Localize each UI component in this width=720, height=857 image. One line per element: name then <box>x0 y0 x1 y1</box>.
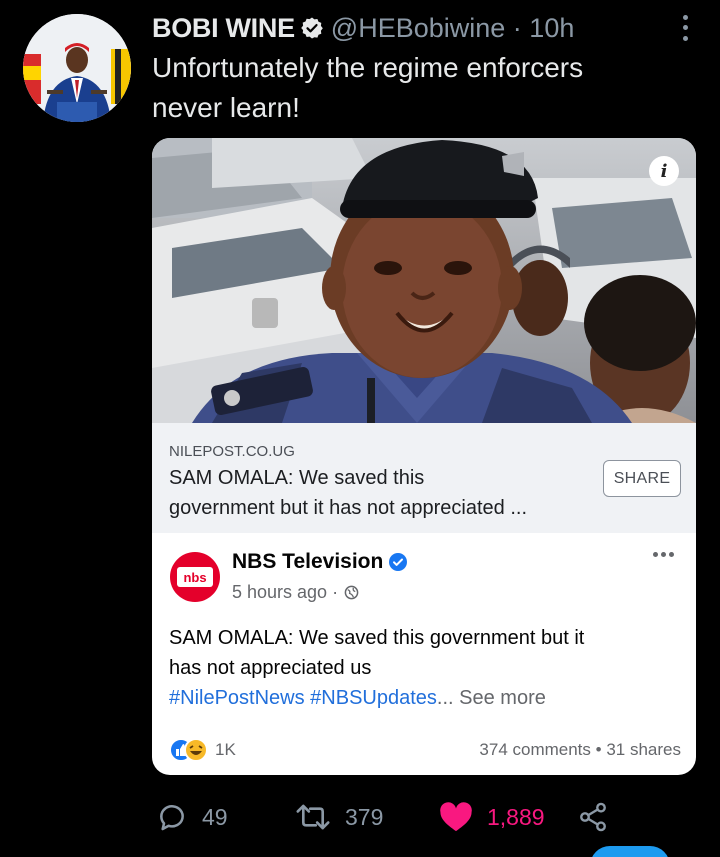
author-name[interactable]: BOBI WINE <box>152 13 295 44</box>
verified-badge-icon <box>300 16 324 40</box>
share-icon <box>580 802 606 832</box>
tweet-time: 10h <box>529 12 575 43</box>
author-avatar[interactable] <box>23 14 131 122</box>
author-handle[interactable]: @HEBobiwine · 10h <box>331 13 575 44</box>
like-count: 1,889 <box>487 803 545 830</box>
embedded-post-card[interactable]: i NILEPOST.CO.UG SAM OMALA: We saved thi… <box>152 138 696 775</box>
reply-button[interactable]: 49 <box>156 801 228 833</box>
nbs-avatar[interactable]: nbs <box>170 552 220 602</box>
globe-icon <box>344 585 359 600</box>
retweet-icon <box>296 804 330 830</box>
page-name[interactable]: NBS Television <box>232 550 408 574</box>
article-photo[interactable]: i <box>152 138 696 423</box>
post-time[interactable]: 5 hours ago · <box>232 582 359 603</box>
hashtags[interactable]: #NilePostNews #NBSUpdates <box>169 687 437 709</box>
retweet-button[interactable]: 379 <box>295 801 383 833</box>
share-tweet-button[interactable] <box>577 801 623 833</box>
link-preview[interactable]: NILEPOST.CO.UG SAM OMALA: We saved this … <box>152 423 696 533</box>
info-icon[interactable]: i <box>649 156 679 186</box>
comments-count[interactable]: 374 comments <box>479 740 591 759</box>
see-more-link[interactable]: See more <box>459 687 546 709</box>
reaction-count: 1K <box>215 740 236 759</box>
tweet-text: Unfortunately the regime enforcers never… <box>152 52 584 123</box>
post-body: SAM OMALA: We saved this government but … <box>169 627 585 709</box>
heart-icon <box>440 802 472 832</box>
retweet-count: 379 <box>345 803 384 830</box>
tweet-header: BOBI WINE @HEBobiwine · 10h <box>152 10 698 46</box>
link-title[interactable]: SAM OMALA: We saved this government but … <box>169 463 589 523</box>
verified-badge-icon <box>389 553 408 571</box>
share-button[interactable]: SHARE <box>603 460 681 497</box>
reply-icon <box>160 805 184 831</box>
reaction-icons <box>169 738 208 762</box>
shares-count[interactable]: 31 shares <box>606 740 681 759</box>
more-vertical-icon[interactable] <box>678 12 692 44</box>
post-stats[interactable]: 374 comments • 31 shares <box>479 740 681 760</box>
reply-count: 49 <box>202 803 228 830</box>
reactions-summary[interactable]: 1K <box>169 738 236 762</box>
like-button[interactable]: 1,889 <box>439 801 545 833</box>
more-horizontal-icon[interactable] <box>653 552 674 557</box>
compose-button[interactable] <box>590 846 670 857</box>
tweet-actions: 49 379 1,889 <box>152 792 632 842</box>
link-domain: NILEPOST.CO.UG <box>169 443 295 460</box>
